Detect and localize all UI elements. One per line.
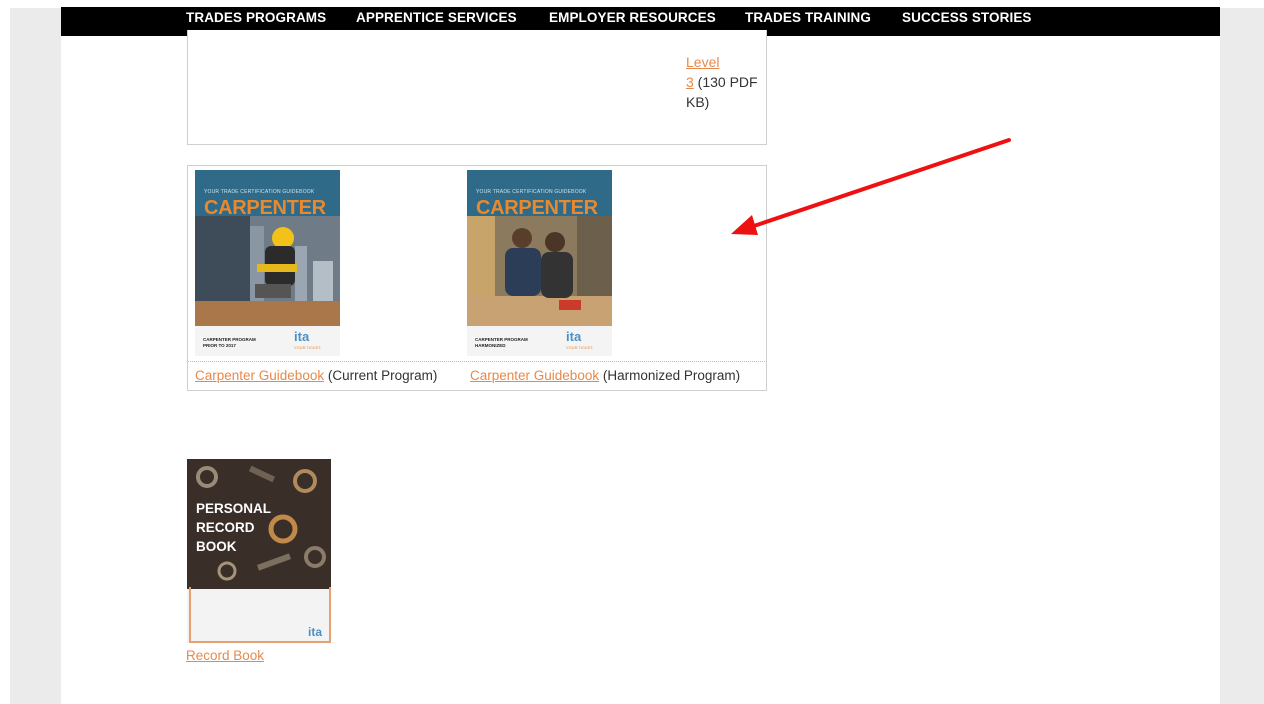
ita-logo: ita xyxy=(294,329,310,344)
cover-footer-text: CARPENTER PROGRAM PRIOR TO 2017 xyxy=(203,337,256,348)
carpenter-guidebook-harmonized-link[interactable]: Carpenter Guidebook xyxy=(470,368,599,383)
carpenter-guidebook-current-cover[interactable]: YOUR TRADE CERTIFICATION GUIDEBOOK CARPE… xyxy=(195,170,340,356)
record-book-link[interactable]: Record Book xyxy=(186,648,264,663)
nav-employer-resources[interactable]: EMPLOYER RESOURCES xyxy=(549,10,716,25)
carpenter-guidebook-current-link[interactable]: Carpenter Guidebook xyxy=(195,368,324,383)
level-3-size: (130 PDF xyxy=(693,74,758,90)
cover-title: CARPENTER xyxy=(204,197,326,219)
level-3-entry: Level 3 (130 PDF KB) xyxy=(686,52,766,112)
cover-photo-workshop xyxy=(467,216,612,326)
cover-title: CARPENTER xyxy=(476,197,598,219)
cover-footer-text: CARPENTER PROGRAM HARMONIZED xyxy=(475,337,528,348)
record-book-caption: Record Book xyxy=(186,648,264,663)
cover-small-heading: YOUR TRADE CERTIFICATION GUIDEBOOK xyxy=(476,189,587,195)
level-3-link[interactable]: Level xyxy=(686,54,719,70)
right-gutter xyxy=(1220,8,1264,704)
nav-apprentice-services[interactable]: APPRENTICE SERVICES xyxy=(356,10,517,25)
ita-logo: ita xyxy=(308,625,323,639)
level-3-size-unit: KB) xyxy=(686,94,710,110)
cover-small-heading: YOUR TRADE CERTIFICATION GUIDEBOOK xyxy=(204,189,315,195)
guidebook-current-caption: Carpenter Guidebook (Current Program) xyxy=(195,368,438,383)
nav-trades-training[interactable]: TRADES TRAINING xyxy=(745,10,871,25)
ita-logo-tagline: YOUR TICKET. xyxy=(566,345,594,350)
guidebook-harmonized-caption: Carpenter Guidebook (Harmonized Program) xyxy=(470,368,741,383)
record-book-cover[interactable]: PERSONAL RECORD BOOK ita xyxy=(187,459,331,643)
carpenter-guidebook-harmonized-cover[interactable]: YOUR TRADE CERTIFICATION GUIDEBOOK CARPE… xyxy=(467,170,612,356)
cover-photo-carpenter-sawing xyxy=(195,216,340,326)
record-book-cover-title: PERSONAL RECORD BOOK xyxy=(196,501,272,554)
level-3-link-number[interactable]: 3 xyxy=(686,74,694,90)
level-table-box xyxy=(187,30,767,145)
caption-divider xyxy=(188,361,765,362)
nav-success-stories[interactable]: SUCCESS STORIES xyxy=(902,10,1032,25)
ita-logo: ita xyxy=(566,329,582,344)
ita-logo-tagline: YOUR TICKET. xyxy=(294,345,322,350)
nav-trades-programs[interactable]: TRADES PROGRAMS xyxy=(186,10,326,25)
left-gutter xyxy=(10,8,61,704)
